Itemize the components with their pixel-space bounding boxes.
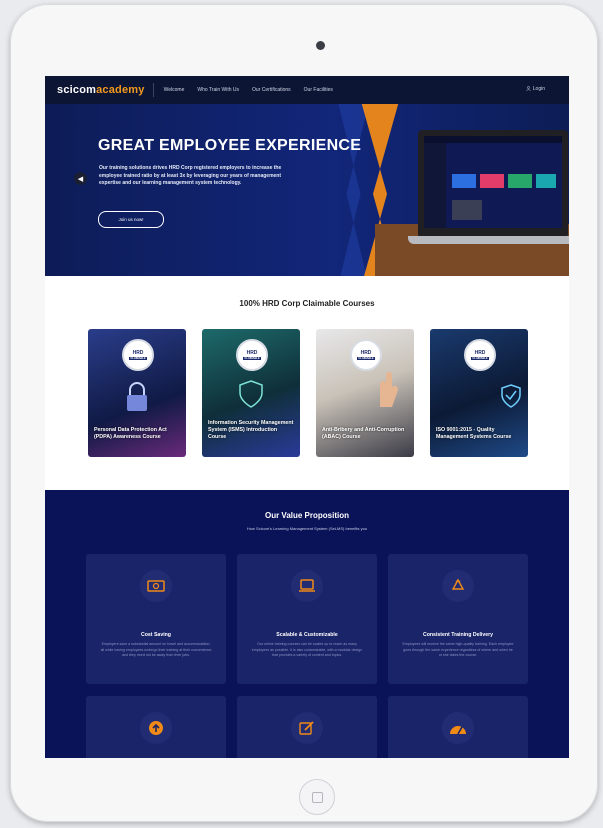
nav-link-certifications[interactable]: Our Certifications: [252, 87, 291, 93]
course-card-label: Personal Data Protection Act (PDPA) Awar…: [94, 426, 167, 440]
badge-top-text: HRD: [360, 350, 372, 356]
padlock-icon: [127, 382, 147, 411]
laptop-base: [408, 236, 569, 244]
gauge-icon: [442, 712, 474, 744]
course-card-label: Anti-Bribery and Anti-Corruption (ABAC) …: [322, 426, 405, 440]
badge-bottom-text: CLAIMABLE: [471, 357, 489, 360]
top-navigation: scicomacademy Welcome Who Train With Us …: [45, 76, 569, 104]
laptop-screen-topbar: [424, 136, 562, 143]
hero-title: GREAT EMPLOYEE EXPERIENCE: [98, 137, 362, 154]
home-button[interactable]: [299, 779, 335, 815]
laptop-tile: [452, 174, 476, 188]
camera-icon: [316, 41, 325, 50]
courses-title: 100% HRD Corp Claimable Courses: [239, 299, 375, 308]
shield-lock-icon: [239, 380, 263, 408]
badge-top-text: HRD: [132, 350, 144, 356]
carousel-prev-button[interactable]: ◀: [74, 172, 87, 185]
arrow-left-icon: ◀: [77, 175, 84, 183]
hrd-claimable-badge: HRD CLAIMABLE: [122, 339, 154, 371]
logo-accent: academy: [96, 84, 145, 96]
value-card-text: Employers save a substantial amount on t…: [100, 642, 212, 658]
recycle-icon: [442, 570, 474, 602]
logo-main: scicom: [57, 84, 97, 96]
hrd-claimable-badge: HRD CLAIMABLE: [236, 339, 268, 371]
login-label: Login: [532, 86, 545, 92]
badge-top-text: HRD: [246, 350, 258, 356]
laptop-thumbnail: [452, 200, 482, 220]
laptop-screen: [424, 136, 562, 228]
value-card-cost-saving: Cost Saving Employers save a substantial…: [86, 554, 226, 684]
value-card-4: [86, 696, 226, 758]
value-card-title: Consistent Training Delivery: [422, 632, 494, 638]
money-icon: [140, 570, 172, 602]
hrd-claimable-badge: HRD CLAIMABLE: [350, 339, 382, 371]
value-card-title: Cost Saving: [141, 632, 171, 638]
site-logo[interactable]: scicomacademy: [57, 84, 145, 96]
value-card-scalable: Scalable & Customizable Our online train…: [237, 554, 377, 684]
laptop-tile: [508, 174, 532, 188]
laptop-tile: [480, 174, 504, 188]
course-card-pdpa[interactable]: HRD CLAIMABLE Personal Data Protection Ac…: [88, 329, 186, 457]
website-screen: scicomacademy Welcome Who Train With Us …: [45, 76, 569, 758]
hero-laptop-image: [418, 130, 568, 238]
nav-link-facilities[interactable]: Our Facilities: [304, 87, 333, 93]
join-us-button[interactable]: Join us now!: [98, 211, 164, 228]
nav-divider: [152, 83, 154, 97]
laptop-tile: [536, 174, 556, 188]
edit-icon: [291, 712, 323, 744]
hero-banner: ◀ GREAT EMPLOYEE EXPERIENCE Our training…: [45, 104, 569, 276]
badge-bottom-text: CLAIMABLE: [243, 357, 261, 360]
value-subtitle: How Scicom's Learning Management System …: [246, 526, 368, 531]
check-shield-icon: [501, 384, 521, 408]
courses-section: 100% HRD Corp Claimable Courses HRD CLAIM…: [45, 276, 569, 490]
hrd-claimable-badge: HRD CLAIMABLE: [464, 339, 496, 371]
login-link[interactable]: Login: [526, 86, 545, 92]
nav-link-welcome[interactable]: Welcome: [164, 87, 185, 93]
badge-bottom-text: CLAIMABLE: [357, 357, 375, 360]
course-card-isms[interactable]: HRD CLAIMABLE Information Security Manage…: [202, 329, 300, 457]
value-card-6: [388, 696, 528, 758]
value-card-title: Scalable & Customizable: [276, 632, 338, 638]
value-card-consistent: Consistent Training Delivery Employees w…: [388, 554, 528, 684]
value-card-5: [237, 696, 377, 758]
nav-link-who-train[interactable]: Who Train With Us: [197, 87, 239, 93]
badge-top-text: HRD: [474, 350, 486, 356]
laptop-icon: [291, 570, 323, 602]
hero-description: Our training solutions drives HRD Corp r…: [99, 165, 282, 186]
hand-icon: [380, 372, 398, 407]
badge-bottom-text: CLAIMABLE: [129, 357, 147, 360]
course-card-label: ISO 9001:2015 - Quality Management Syste…: [436, 426, 512, 440]
course-card-label: Information Security Management System (…: [208, 419, 294, 440]
value-card-text: Employees will receive the same high-qua…: [402, 642, 514, 658]
value-proposition-section: Our Value Proposition How Scicom's Learn…: [45, 490, 569, 758]
laptop-screen-sidebar: [424, 143, 446, 228]
course-card-iso[interactable]: HRD CLAIMABLE ISO 9001:2015 - Quality Man…: [430, 329, 528, 457]
value-title: Our Value Proposition: [264, 511, 349, 520]
course-card-abac[interactable]: HRD CLAIMABLE Anti-Bribery and Anti-Corru…: [316, 329, 414, 457]
upload-icon: [140, 712, 172, 744]
user-icon: [526, 86, 531, 92]
value-card-text: Our online training courses can be scale…: [251, 642, 363, 658]
